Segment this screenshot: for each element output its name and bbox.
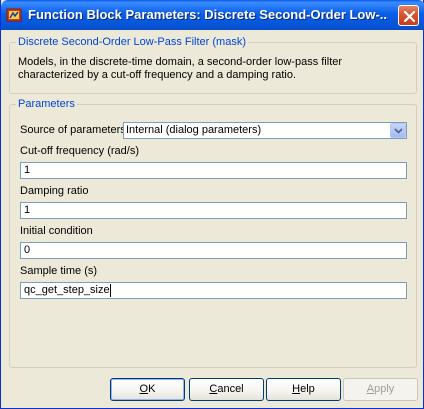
ok-button[interactable]: OK xyxy=(110,378,185,401)
cancel-label-rest: ancel xyxy=(217,383,244,395)
cutoff-label: Cut-off frequency (rad/s) xyxy=(20,145,140,157)
source-selected-value: Internal (dialog parameters) xyxy=(126,124,262,136)
sample-time-value: qc_get_step_size xyxy=(24,284,110,296)
title-bar[interactable]: Function Block Parameters: Discrete Seco… xyxy=(1,0,424,30)
window-title: Function Block Parameters: Discrete Seco… xyxy=(28,7,388,22)
mask-description: Models, in the discrete-time domain, a s… xyxy=(18,56,343,81)
text-caret xyxy=(109,284,111,297)
dialog-window: Function Block Parameters: Discrete Seco… xyxy=(0,0,424,409)
sample-time-label: Sample time (s) xyxy=(20,265,98,277)
parameters-group: Parameters Source of parameters Internal… xyxy=(9,98,417,368)
damping-label: Damping ratio xyxy=(20,185,89,197)
parameters-legend: Parameters xyxy=(16,98,77,110)
close-button[interactable] xyxy=(398,5,419,26)
ok-mnemonic: O xyxy=(139,383,149,395)
mask-legend: Discrete Second-Order Low-Pass Filter (m… xyxy=(16,36,249,48)
mask-description-group: Discrete Second-Order Low-Pass Filter (m… xyxy=(9,36,417,94)
dropdown-button[interactable] xyxy=(390,123,406,138)
initial-condition-label: Initial condition xyxy=(20,225,93,237)
ok-label-rest: K xyxy=(148,383,156,395)
cutoff-field[interactable]: 1 xyxy=(20,162,407,179)
damping-field[interactable]: 1 xyxy=(20,202,407,219)
help-label-rest: elp xyxy=(300,383,315,395)
source-select[interactable]: Internal (dialog parameters) xyxy=(123,122,407,139)
apply-label-rest: pply xyxy=(374,383,395,395)
sample-time-field[interactable]: qc_get_step_size xyxy=(20,282,407,299)
help-mnemonic: H xyxy=(292,383,301,395)
apply-mnemonic: A xyxy=(366,383,375,395)
initial-condition-field[interactable]: 0 xyxy=(20,242,407,259)
help-button[interactable]: Help xyxy=(266,378,341,401)
close-icon xyxy=(403,10,416,23)
source-label: Source of parameters xyxy=(20,124,126,136)
cancel-button[interactable]: Cancel xyxy=(189,378,264,401)
chevron-down-icon xyxy=(394,128,403,134)
apply-button[interactable]: Apply xyxy=(343,378,418,401)
simulink-block-icon xyxy=(6,7,22,23)
